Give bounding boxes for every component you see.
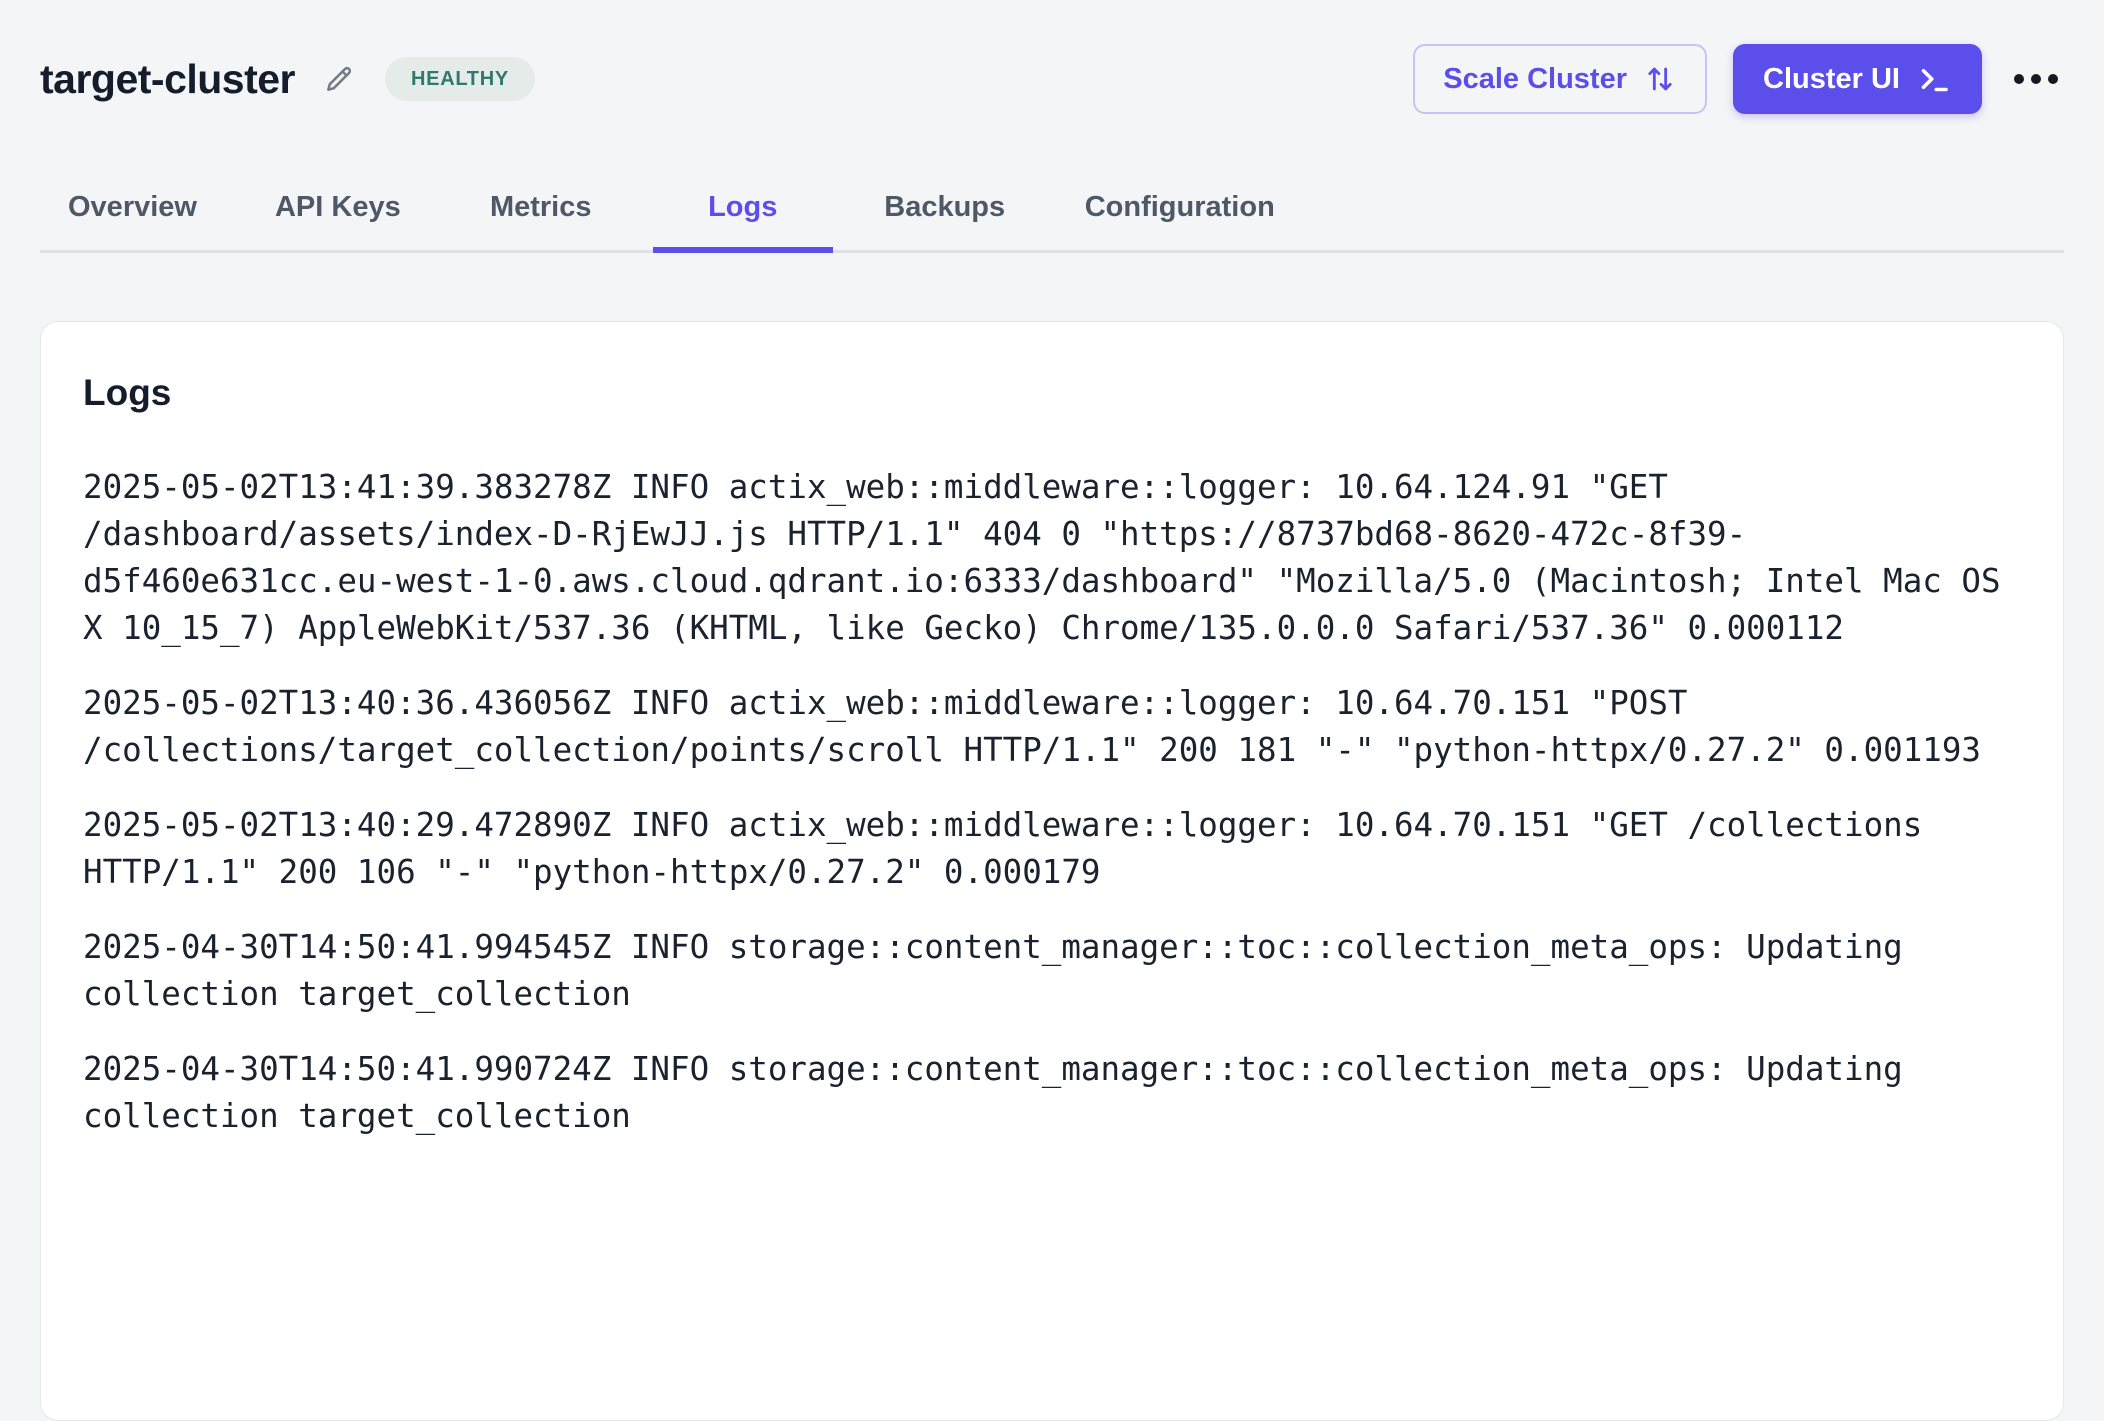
tab-configuration[interactable]: Configuration bbox=[1057, 164, 1303, 250]
logs-heading: Logs bbox=[83, 372, 2021, 414]
cluster-ui-label: Cluster UI bbox=[1763, 65, 1900, 94]
log-entry: 2025-05-02T13:40:36.436056Z INFO actix_w… bbox=[83, 680, 2021, 774]
terminal-prompt-icon bbox=[1916, 61, 1952, 97]
cluster-detail-page: target-cluster HEALTHY Scale Cluster Clu… bbox=[0, 0, 2104, 1421]
scale-cluster-label: Scale Cluster bbox=[1443, 65, 1627, 94]
log-list: 2025-05-02T13:41:39.383278Z INFO actix_w… bbox=[83, 464, 2021, 1140]
cluster-ui-button[interactable]: Cluster UI bbox=[1733, 44, 1982, 114]
tab-metrics[interactable]: Metrics bbox=[451, 164, 631, 250]
scale-cluster-button[interactable]: Scale Cluster bbox=[1413, 44, 1707, 114]
tab-backups[interactable]: Backups bbox=[855, 164, 1035, 250]
log-entry: 2025-04-30T14:50:41.994545Z INFO storage… bbox=[83, 924, 2021, 1018]
tab-api-keys[interactable]: API Keys bbox=[247, 164, 429, 250]
status-badge: HEALTHY bbox=[385, 57, 535, 101]
cluster-tabs: Overview API Keys Metrics Logs Backups C… bbox=[40, 164, 2064, 253]
log-entry: 2025-04-30T14:50:41.990724Z INFO storage… bbox=[83, 1046, 2021, 1140]
tab-overview[interactable]: Overview bbox=[40, 164, 225, 250]
log-entry: 2025-05-02T13:40:29.472890Z INFO actix_w… bbox=[83, 802, 2021, 896]
edit-cluster-name-button[interactable] bbox=[319, 59, 359, 99]
logs-panel: Logs 2025-05-02T13:41:39.383278Z INFO ac… bbox=[40, 321, 2064, 1421]
log-entry: 2025-05-02T13:41:39.383278Z INFO actix_w… bbox=[83, 464, 2021, 652]
header-actions: Scale Cluster Cluster UI bbox=[1413, 44, 2064, 114]
pencil-icon bbox=[323, 63, 355, 95]
tab-logs[interactable]: Logs bbox=[653, 164, 833, 250]
more-options-button[interactable] bbox=[2008, 62, 2064, 96]
cluster-header: target-cluster HEALTHY Scale Cluster Clu… bbox=[0, 0, 2104, 114]
page-title: target-cluster bbox=[40, 56, 295, 103]
up-down-arrows-icon bbox=[1643, 62, 1677, 96]
ellipsis-icon bbox=[2014, 74, 2058, 84]
